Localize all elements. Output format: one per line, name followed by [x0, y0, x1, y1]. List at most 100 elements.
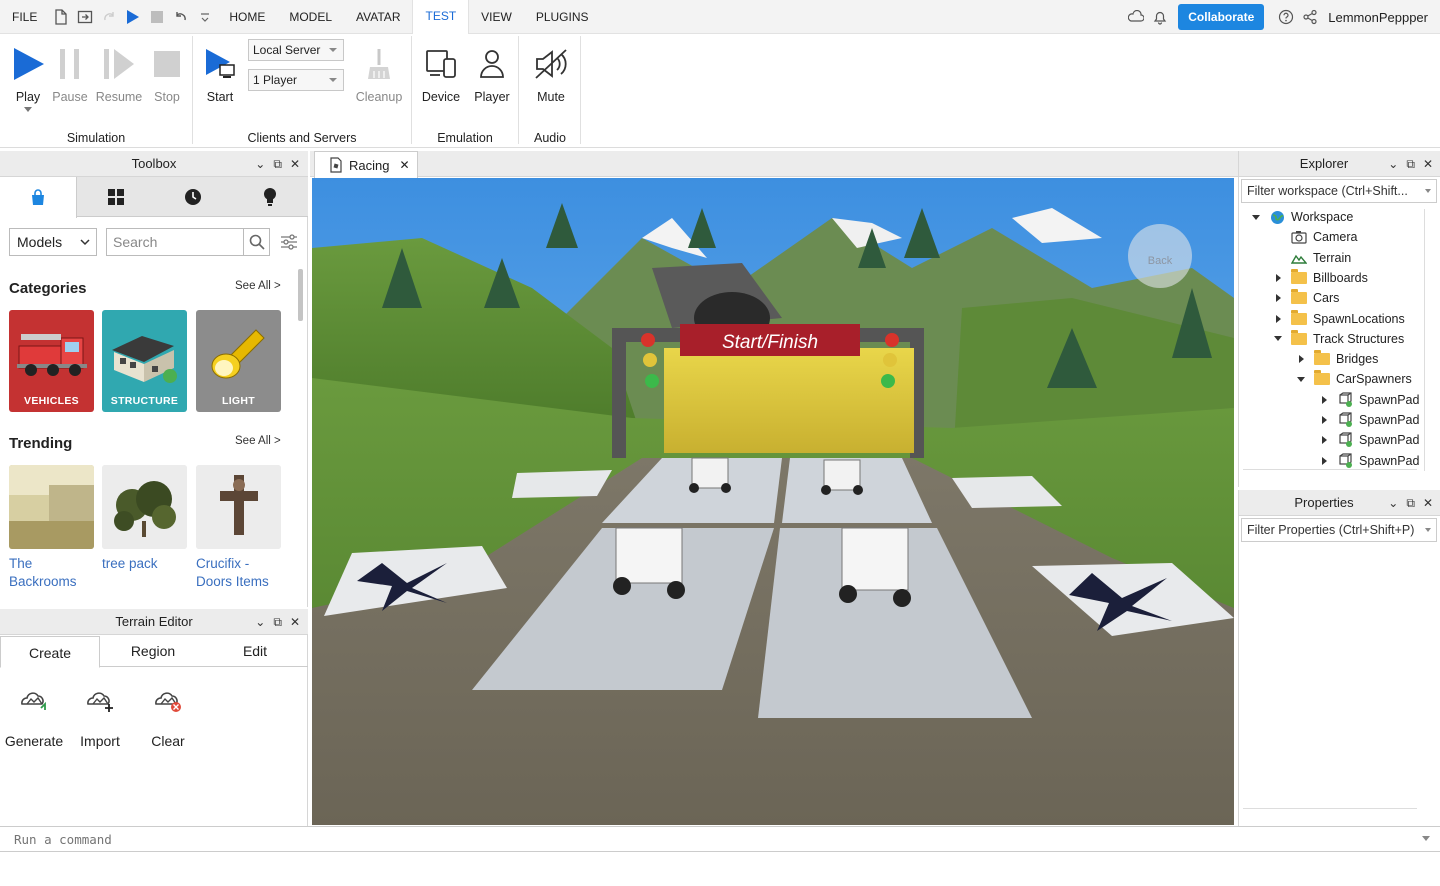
tab-region[interactable]: Region — [104, 635, 202, 667]
explorer-tree-item[interactable]: SpawnPad — [1317, 430, 1419, 450]
expanded-arrow-icon[interactable] — [1294, 376, 1308, 382]
category-light-tile[interactable]: LIGHT — [196, 310, 281, 412]
collapsed-arrow-icon[interactable] — [1317, 395, 1331, 404]
category-select[interactable]: Models — [9, 228, 97, 256]
generate-button[interactable]: Generate — [0, 683, 68, 749]
workspace-filter-input[interactable]: Filter workspace (Ctrl+Shift... — [1241, 179, 1437, 203]
collapsed-arrow-icon[interactable] — [1317, 416, 1331, 424]
publish-icon[interactable] — [73, 0, 97, 34]
trending-item-name[interactable]: tree pack — [102, 555, 197, 573]
category-structure-tile[interactable]: STRUCTURE — [102, 310, 187, 412]
undock-icon[interactable]: ⧉ — [1406, 157, 1415, 172]
toolbox-scrollbar[interactable] — [298, 269, 303, 321]
tab-creations[interactable] — [231, 177, 308, 217]
explorer-tree-item[interactable]: Cars — [1271, 288, 1339, 308]
menu-file[interactable]: FILE — [0, 0, 49, 34]
tab-racing[interactable]: Racing ✕ — [314, 151, 418, 178]
close-icon[interactable]: ✕ — [1423, 157, 1433, 171]
command-input[interactable] — [8, 827, 1408, 851]
player-button[interactable]: Player — [467, 42, 517, 104]
menu-view[interactable]: VIEW — [469, 0, 524, 34]
explorer-tree-item[interactable]: Terrain — [1271, 248, 1351, 268]
category-vehicles-tile[interactable]: VEHICLES — [9, 310, 94, 412]
menu-home[interactable]: HOME — [217, 0, 277, 34]
trending-item-name[interactable]: Crucifix - Doors Items — [196, 555, 288, 591]
collapsed-arrow-icon[interactable] — [1271, 314, 1285, 323]
resume-button[interactable]: Resume — [94, 42, 144, 104]
expanded-arrow-icon[interactable] — [1249, 214, 1263, 220]
cleanup-button[interactable]: Cleanup — [354, 42, 404, 104]
device-button[interactable]: Device — [416, 42, 466, 104]
stop-button[interactable]: Stop — [142, 42, 192, 104]
close-icon[interactable]: ✕ — [290, 157, 300, 171]
explorer-tree-item[interactable]: Billboards — [1271, 268, 1368, 288]
collapsed-arrow-icon[interactable] — [1294, 355, 1308, 364]
search-button[interactable] — [243, 229, 269, 255]
mute-button[interactable]: Mute — [526, 42, 576, 104]
close-icon[interactable]: ✕ — [399, 158, 409, 172]
quick-access-more-icon[interactable] — [193, 0, 217, 34]
explorer-tree-item[interactable]: SpawnPad — [1317, 451, 1419, 471]
properties-horizontal-scrollbar[interactable] — [1243, 808, 1417, 820]
trending-item-thumbnail[interactable] — [196, 465, 281, 549]
chevron-down-icon[interactable]: ⌄ — [255, 615, 265, 629]
explorer-horizontal-scrollbar[interactable] — [1243, 469, 1417, 481]
collapsed-arrow-icon[interactable] — [1271, 273, 1285, 282]
undock-icon[interactable]: ⧉ — [273, 157, 282, 172]
share-icon[interactable] — [1298, 0, 1322, 34]
help-icon[interactable] — [1274, 0, 1298, 34]
collaborate-button[interactable]: Collaborate — [1178, 4, 1265, 30]
username-label[interactable]: LemmonPeppper — [1328, 10, 1428, 25]
undo-icon[interactable] — [169, 0, 193, 34]
tab-inventory[interactable] — [77, 177, 154, 217]
toolbox-search-input[interactable]: Search — [106, 228, 270, 256]
explorer-tree-item[interactable]: SpawnLocations — [1271, 309, 1405, 329]
tab-create[interactable]: Create — [0, 636, 100, 668]
tab-recent[interactable] — [154, 177, 231, 217]
explorer-tree-item[interactable]: Track Structures — [1271, 329, 1404, 349]
tab-edit[interactable]: Edit — [206, 635, 304, 667]
3d-viewport[interactable]: Start/Finish Back — [312, 178, 1234, 825]
explorer-tree-item[interactable]: CarSpawners — [1294, 369, 1412, 389]
undock-icon[interactable]: ⧉ — [1406, 496, 1415, 511]
menu-avatar[interactable]: AVATAR — [344, 0, 412, 34]
trending-see-all-link[interactable]: See All > — [235, 435, 281, 447]
close-icon[interactable]: ✕ — [290, 615, 300, 629]
trending-item-thumbnail[interactable] — [9, 465, 94, 549]
explorer-tree-item[interactable]: SpawnPad — [1317, 390, 1419, 410]
chevron-down-icon[interactable]: ⌄ — [255, 157, 265, 171]
start-button[interactable]: Start — [195, 42, 245, 104]
undock-icon[interactable]: ⧉ — [273, 615, 282, 630]
collapsed-arrow-icon[interactable] — [1317, 456, 1331, 465]
filter-settings-icon[interactable] — [280, 234, 298, 253]
collapsed-arrow-icon[interactable] — [1317, 436, 1331, 445]
explorer-tree-item[interactable]: Workspace — [1249, 207, 1353, 227]
clear-button[interactable]: Clear — [134, 683, 202, 749]
menu-test[interactable]: TEST — [412, 0, 470, 34]
notification-bell-icon[interactable] — [1148, 0, 1172, 34]
chevron-down-icon[interactable]: ⌄ — [1388, 496, 1398, 510]
import-button[interactable]: Import — [66, 683, 134, 749]
collapsed-arrow-icon[interactable] — [1271, 294, 1285, 303]
expanded-arrow-icon[interactable] — [1271, 336, 1285, 342]
server-mode-dropdown[interactable]: Local Server — [248, 39, 344, 61]
chevron-down-icon[interactable] — [1422, 836, 1430, 842]
quick-stop-icon[interactable] — [145, 0, 169, 34]
explorer-tree-item[interactable]: Bridges — [1294, 349, 1378, 369]
trending-item-thumbnail[interactable] — [102, 465, 187, 549]
menu-plugins[interactable]: PLUGINS — [524, 0, 601, 34]
tab-marketplace[interactable] — [0, 177, 77, 218]
close-icon[interactable]: ✕ — [1423, 496, 1433, 510]
redo-icon[interactable] — [97, 0, 121, 34]
pause-button[interactable]: Pause — [45, 42, 95, 104]
properties-filter-input[interactable]: Filter Properties (Ctrl+Shift+P) — [1241, 518, 1437, 542]
explorer-vertical-scrollbar[interactable] — [1424, 209, 1436, 471]
explorer-tree-item[interactable]: SpawnPad — [1317, 410, 1419, 430]
cloud-icon[interactable] — [1124, 0, 1148, 34]
explorer-tree-item[interactable]: Camera — [1271, 227, 1357, 247]
menu-model[interactable]: MODEL — [277, 0, 344, 34]
new-file-icon[interactable] — [49, 0, 73, 34]
trending-item-name[interactable]: The Backrooms — [9, 555, 97, 591]
player-count-dropdown[interactable]: 1 Player — [248, 69, 344, 91]
chevron-down-icon[interactable]: ⌄ — [1388, 157, 1398, 171]
